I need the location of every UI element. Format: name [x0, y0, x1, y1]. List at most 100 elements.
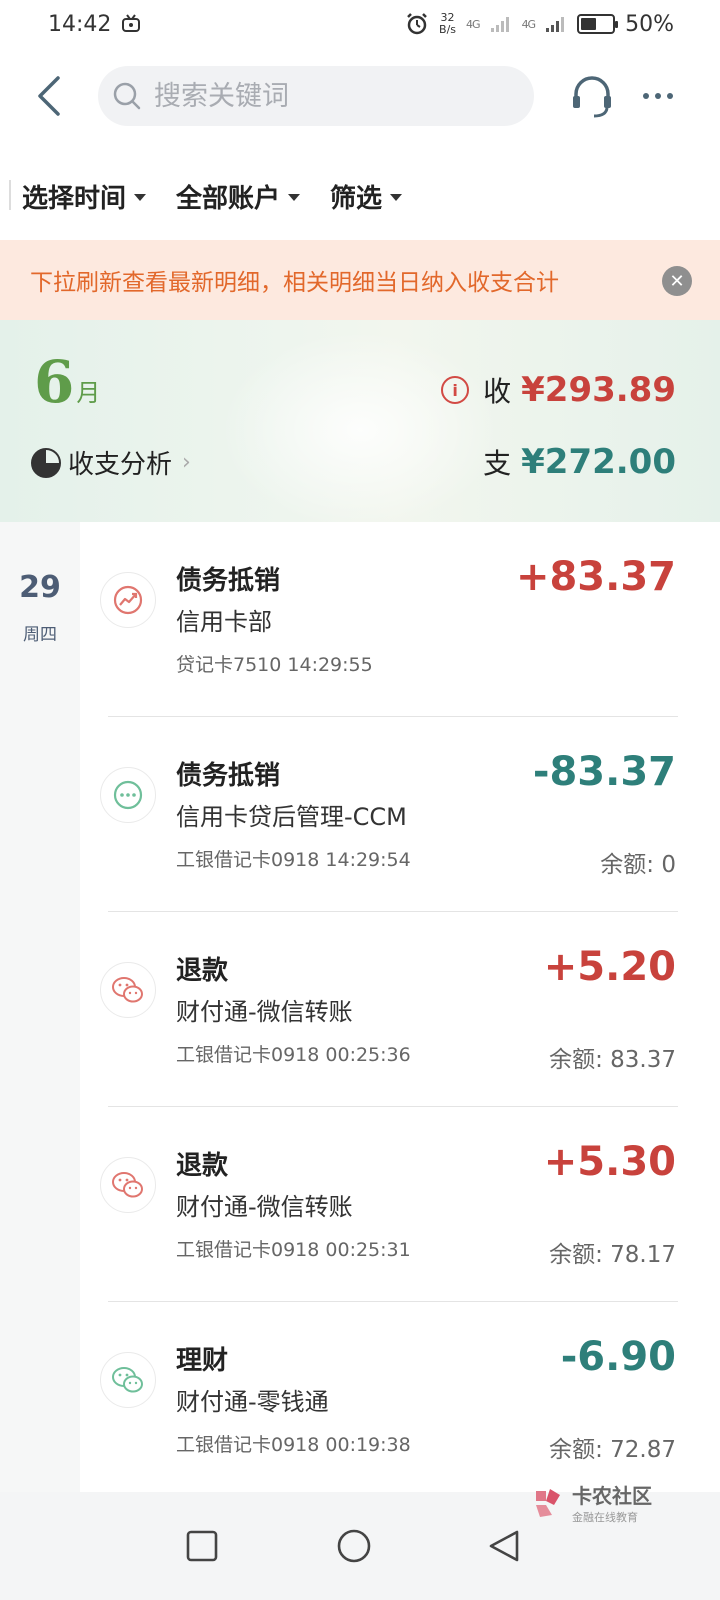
transaction-title: 债务抵销 — [176, 761, 281, 791]
status-bar: 14:42 32 B/s 4G 4G 50% — [0, 0, 720, 48]
home-button[interactable] — [324, 1518, 384, 1574]
transaction-counterparty: 信用卡部 — [176, 608, 272, 636]
transaction-counterparty: 信用卡贷后管理-CCM — [176, 803, 407, 831]
transaction-title: 理财 — [176, 1346, 229, 1376]
transaction-balance: 余额: 0 — [600, 852, 676, 878]
filter-screen-label: 筛选 — [330, 183, 383, 214]
transaction-amount: -83.37 — [532, 749, 676, 795]
date-weekday: 周四 — [23, 625, 57, 645]
filter-account-label: 全部账户 — [176, 183, 281, 214]
more-dots-icon — [100, 767, 156, 823]
income-row: i 收 ¥293.89 — [441, 370, 676, 410]
transaction-title: 退款 — [176, 1151, 229, 1181]
transaction-meta: 工银借记卡0918 00:25:36 — [176, 1044, 411, 1066]
recent-apps-button[interactable] — [172, 1518, 232, 1574]
transaction-balance: 余额: 78.17 — [549, 1242, 676, 1268]
transaction-item[interactable]: 退款 财付通-微信转账 工银借记卡0918 00:25:36 +5.20 余额:… — [80, 912, 720, 1107]
tv-icon — [122, 14, 141, 32]
search-icon — [113, 82, 141, 110]
signal-label-1: 4G — [466, 17, 480, 31]
more-dot-icon — [655, 93, 661, 99]
wechat-icon-svg — [112, 1367, 143, 1393]
watermark-text: 卡农社区 金融在线教育 — [572, 1480, 652, 1525]
transaction-item[interactable]: 理财 财付通-零钱通 工银借记卡0918 00:19:38 -6.90 余额: … — [80, 1302, 720, 1497]
wechat-icon-svg — [112, 1172, 143, 1198]
more-dot-icon — [667, 93, 673, 99]
back-button[interactable] — [34, 66, 94, 126]
battery-icon — [577, 14, 619, 34]
wechat-icon-svg — [112, 977, 143, 1003]
transaction-item[interactable]: 债务抵销 信用卡部 贷记卡7510 14:29:55 +83.37 — [80, 522, 720, 717]
info-icon[interactable]: i — [441, 376, 470, 404]
watermark-sub: 金融在线教育 — [572, 1511, 638, 1524]
caret-down-icon — [288, 193, 301, 201]
signal-label-2: 4G — [521, 17, 536, 31]
transaction-balance: 余额: 72.87 — [549, 1437, 676, 1463]
transaction-meta: 工银借记卡0918 00:19:38 — [176, 1434, 411, 1456]
transaction-title: 债务抵销 — [176, 566, 281, 596]
notice-text: 下拉刷新查看最新明细，相关明细当日纳入收支合计 — [30, 270, 559, 296]
income-label: 收 — [483, 375, 512, 408]
month-summary: 6 月 收支分析 › i 收 ¥293.89 支 ¥272.00 — [0, 320, 720, 522]
caret-down-icon — [390, 193, 403, 201]
transaction-amount: +5.20 — [543, 944, 676, 990]
filter-account[interactable]: 全部账户 — [176, 178, 301, 215]
month-label[interactable]: 6 月 — [34, 352, 100, 412]
trend-icon — [100, 572, 156, 628]
trend-icon-svg — [113, 585, 143, 615]
customer-service-button[interactable] — [566, 70, 618, 122]
wechat-icon — [100, 1352, 156, 1408]
transaction-balance: 余额: 83.37 — [549, 1047, 676, 1073]
back-nav-button[interactable] — [474, 1518, 534, 1574]
filter-time[interactable]: 选择时间 — [22, 178, 147, 215]
transaction-item[interactable]: 债务抵销 信用卡贷后管理-CCM 工银借记卡0918 14:29:54 -83.… — [80, 717, 720, 912]
search-box[interactable] — [98, 66, 534, 126]
header — [0, 58, 720, 134]
watermark-logo-icon — [536, 1488, 560, 1517]
status-time: 14:42 — [48, 11, 112, 37]
battery-fill — [581, 18, 597, 30]
wechat-icon — [100, 962, 156, 1018]
transaction-meta: 工银借记卡0918 14:29:54 — [176, 849, 411, 871]
square-icon — [186, 1530, 218, 1562]
alarm-icon — [407, 13, 427, 35]
income-amount: ¥293.89 — [521, 370, 676, 410]
watermark: 卡农社区 金融在线教育 — [530, 1480, 652, 1525]
caret-down-icon — [134, 193, 147, 201]
month-unit: 月 — [76, 379, 101, 407]
pie-chart-icon — [31, 447, 61, 478]
more-options-button[interactable] — [632, 70, 684, 122]
net-speed-unit: B/s — [439, 23, 457, 36]
expense-label: 支 — [483, 447, 512, 480]
status-right: 32 B/s 4G 4G 50% — [405, 12, 674, 37]
date-day: 29 — [19, 570, 61, 605]
close-icon[interactable]: ✕ — [662, 266, 692, 296]
circle-icon — [337, 1529, 371, 1563]
more-dots-icon-svg — [113, 780, 143, 810]
signal-icon-2 — [546, 17, 565, 32]
chevron-left-icon — [38, 76, 60, 116]
transaction-title: 退款 — [176, 956, 229, 986]
transaction-amount: +5.30 — [543, 1139, 676, 1185]
transaction-meta: 贷记卡7510 14:29:55 — [176, 654, 373, 676]
triangle-back-icon — [489, 1530, 519, 1562]
watermark-main: 卡农社区 — [572, 1484, 652, 1508]
signal-icon — [490, 17, 509, 32]
search-input[interactable] — [154, 80, 514, 112]
date-column: 29 周四 — [0, 522, 80, 1492]
expense-row: 支 ¥272.00 — [483, 442, 676, 482]
transaction-item[interactable]: 退款 财付通-微信转账 工银借记卡0918 00:25:31 +5.30 余额:… — [80, 1107, 720, 1302]
month-number: 6 — [34, 348, 75, 416]
more-dot-icon — [643, 93, 649, 99]
chevron-right-icon: › — [182, 450, 191, 475]
expense-amount: ¥272.00 — [521, 442, 676, 482]
headset-icon — [573, 76, 611, 118]
analysis-link[interactable]: 收支分析 › — [30, 444, 191, 481]
battery-percent: 50% — [625, 11, 674, 37]
analysis-label: 收支分析 — [68, 450, 173, 480]
filter-time-label: 选择时间 — [22, 183, 127, 214]
transaction-counterparty: 财付通-微信转账 — [176, 998, 353, 1026]
transaction-counterparty: 财付通-零钱通 — [176, 1388, 329, 1416]
filter-row: 选择时间 全部账户 筛选 — [0, 166, 720, 226]
filter-screen[interactable]: 筛选 — [330, 178, 403, 215]
